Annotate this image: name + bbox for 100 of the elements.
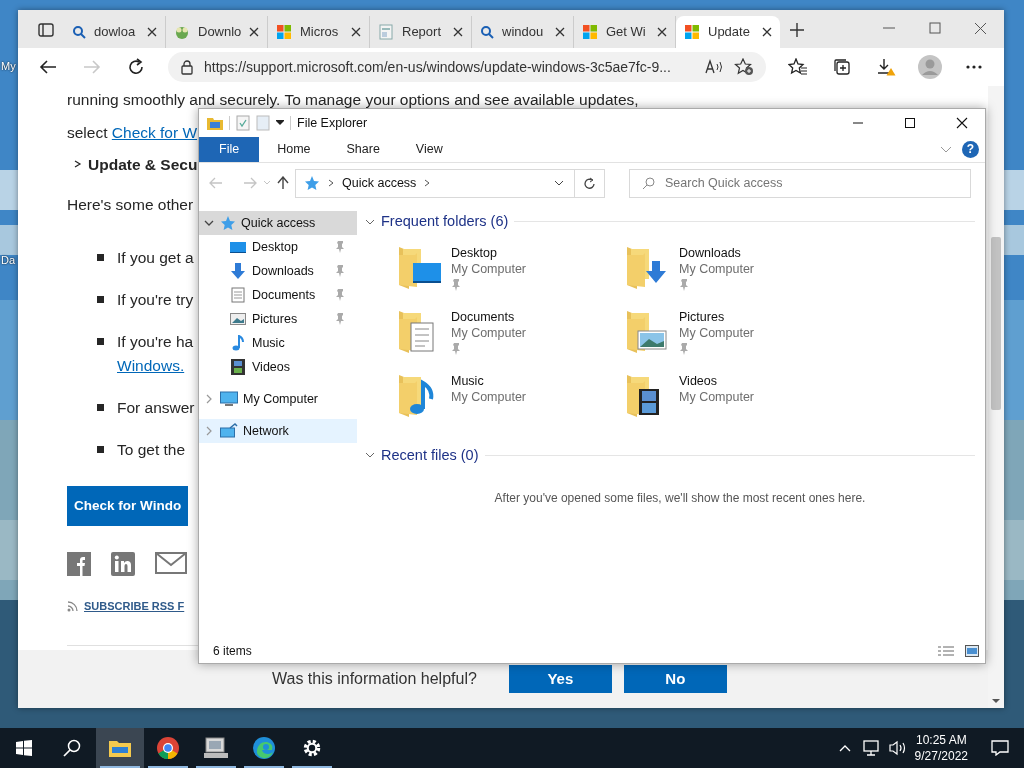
folder-item[interactable]: Videos My Computer bbox=[625, 372, 853, 427]
ribbon-tab[interactable]: Share bbox=[328, 137, 398, 162]
dropdown-icon[interactable] bbox=[554, 180, 564, 187]
folder-icon bbox=[109, 739, 131, 757]
maximize-icon bbox=[904, 117, 916, 129]
feedback-button[interactable]: No bbox=[623, 665, 727, 693]
nav-item[interactable]: Videos bbox=[199, 355, 357, 379]
address-field[interactable]: Quick access bbox=[295, 168, 605, 198]
collapse-chevron-icon bbox=[365, 452, 375, 460]
plus-icon bbox=[790, 23, 804, 37]
folder-item[interactable]: Desktop My Computer bbox=[397, 244, 625, 299]
search-icon bbox=[63, 739, 81, 757]
link[interactable]: Windows. bbox=[117, 357, 185, 374]
windows-logo-icon bbox=[684, 24, 700, 40]
linkedin-icon[interactable] bbox=[111, 552, 135, 577]
profile-avatar-icon bbox=[918, 55, 942, 79]
forward-arrow-icon bbox=[83, 59, 101, 75]
desktop-icon-label[interactable]: Da bbox=[1, 252, 16, 269]
close-icon[interactable] bbox=[657, 27, 667, 37]
network-icon[interactable] bbox=[862, 740, 881, 756]
close-icon[interactable] bbox=[351, 27, 361, 37]
scrollbar[interactable] bbox=[988, 86, 1004, 708]
bullet-icon bbox=[97, 254, 104, 261]
chevron-icon bbox=[424, 179, 431, 187]
dropdown-icon[interactable] bbox=[276, 120, 284, 126]
windows-logo-icon bbox=[16, 740, 32, 756]
computer-icon bbox=[220, 391, 238, 407]
refresh-icon[interactable] bbox=[583, 176, 596, 190]
document-icon bbox=[378, 24, 394, 40]
monitor-icon bbox=[204, 737, 228, 759]
taskbar-app[interactable] bbox=[96, 728, 144, 768]
section-header[interactable]: Recent files (0) bbox=[365, 444, 479, 467]
bullet-icon bbox=[97, 446, 104, 453]
nav-item[interactable]: Downloads bbox=[199, 259, 357, 283]
folder-item[interactable]: Pictures My Computer bbox=[625, 308, 853, 363]
show-hidden-icons-icon[interactable] bbox=[838, 744, 851, 752]
folder-item[interactable]: Downloads My Computer bbox=[625, 244, 853, 299]
frog-icon bbox=[174, 24, 190, 40]
scroll-down-icon[interactable] bbox=[991, 698, 1001, 704]
more-icon bbox=[966, 65, 982, 69]
expand-ribbon-icon[interactable] bbox=[940, 145, 952, 154]
nav-item[interactable]: Quick access bbox=[199, 211, 357, 235]
search-icon bbox=[72, 25, 86, 39]
close-icon[interactable] bbox=[453, 27, 463, 37]
close-icon[interactable] bbox=[249, 27, 259, 37]
nav-item[interactable]: Documents bbox=[199, 283, 357, 307]
large-icons-view-icon[interactable] bbox=[965, 645, 979, 657]
link[interactable]: Check for W bbox=[111, 124, 198, 142]
close-icon[interactable] bbox=[147, 27, 157, 37]
status-text: 6 items bbox=[213, 643, 252, 660]
music-note-icon bbox=[232, 335, 244, 351]
windows-logo-icon bbox=[582, 24, 598, 40]
nav-item[interactable]: Music bbox=[199, 331, 357, 355]
close-icon bbox=[974, 21, 988, 35]
folder-item[interactable]: Documents My Computer bbox=[397, 308, 625, 363]
section-header[interactable]: Frequent folders (6) bbox=[365, 211, 509, 233]
address-bar[interactable]: https://support.microsoft.com/en-us/windows/update-windows-3c5ae7fc-9... bbox=[168, 52, 766, 82]
list-item-text: To get the bbox=[117, 440, 186, 460]
browser-tab[interactable]: Update bbox=[676, 16, 780, 48]
ribbon-tab[interactable]: Home bbox=[259, 137, 329, 162]
action-button[interactable]: Check for Windo bbox=[67, 486, 189, 527]
expand-chevron-icon[interactable] bbox=[205, 394, 213, 404]
maximize-icon bbox=[928, 21, 942, 35]
file-menu-button[interactable]: File bbox=[199, 137, 260, 162]
subscribe-link[interactable]: SUBSCRIBE RSS F bbox=[84, 598, 185, 615]
clock[interactable]: 10:25 AM 9/27/2022 bbox=[906, 732, 976, 764]
search-icon bbox=[480, 25, 494, 39]
ribbon-tab[interactable]: View bbox=[397, 137, 461, 162]
paragraph-text: running smoothly and securely. To manage your options and see available updates, bbox=[67, 90, 639, 110]
up-arrow-icon[interactable] bbox=[277, 176, 289, 190]
star-icon bbox=[304, 175, 320, 191]
help-button[interactable]: ? bbox=[962, 141, 979, 158]
read-aloud-icon[interactable] bbox=[704, 59, 724, 75]
close-icon[interactable] bbox=[762, 27, 772, 37]
collapse-chevron-icon[interactable] bbox=[204, 219, 214, 227]
film-icon bbox=[231, 359, 245, 375]
folder-item[interactable]: Music My Computer bbox=[397, 372, 625, 427]
bullet-icon bbox=[97, 404, 104, 411]
facebook-icon[interactable] bbox=[67, 552, 91, 577]
back-arrow-icon bbox=[39, 59, 57, 75]
close-icon[interactable] bbox=[555, 27, 565, 37]
feedback-button[interactable]: Yes bbox=[508, 665, 612, 693]
desktop-icon-label[interactable]: My bbox=[1, 58, 16, 75]
list-item-text: If you get a bbox=[117, 248, 194, 268]
nav-item[interactable]: Pictures bbox=[199, 307, 357, 331]
bullet-icon bbox=[97, 338, 104, 345]
nav-item[interactable]: Desktop bbox=[199, 235, 357, 259]
nav-item[interactable]: My Computer bbox=[199, 387, 357, 411]
chevron-icon bbox=[328, 179, 334, 187]
mail-icon[interactable] bbox=[155, 552, 187, 575]
nav-item[interactable]: Network bbox=[199, 419, 357, 443]
feedback-question: Was this information helpful? bbox=[272, 669, 477, 689]
volume-icon[interactable] bbox=[888, 740, 907, 756]
add-favorite-icon[interactable] bbox=[734, 58, 754, 76]
search-input[interactable]: Search Quick access bbox=[663, 172, 970, 194]
search-icon bbox=[642, 176, 655, 190]
close-icon bbox=[956, 117, 968, 129]
search-field[interactable]: Search Quick access bbox=[629, 168, 971, 198]
refresh-icon bbox=[127, 58, 145, 76]
scrollbar-thumb[interactable] bbox=[991, 237, 1001, 410]
